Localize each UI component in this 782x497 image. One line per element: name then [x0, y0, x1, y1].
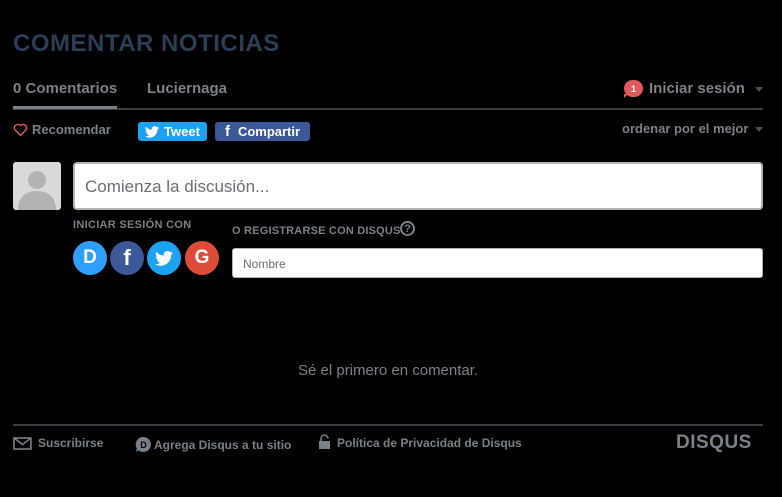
login-with-label: INICIAR SESIÓN CON: [73, 219, 192, 231]
nav-divider: [13, 108, 763, 110]
google-login-icon[interactable]: G: [185, 241, 219, 275]
disqus-logo-icon: D: [135, 436, 151, 452]
active-tab-indicator: [13, 106, 117, 109]
comment-textbox[interactable]: Comienza la discusión...: [73, 162, 763, 210]
notification-badge-tail: [624, 94, 628, 98]
tweet-button[interactable]: Tweet: [138, 122, 207, 141]
share-facebook-button[interactable]: f Compartir: [215, 122, 310, 141]
avatar: [13, 162, 61, 210]
name-placeholder: Nombre: [243, 257, 286, 271]
tweet-label: Tweet: [164, 124, 200, 139]
default-user-icon: [18, 171, 56, 210]
lock-icon: [319, 433, 330, 449]
svg-text:D: D: [140, 440, 147, 450]
subscribe-link[interactable]: Suscribirse: [13, 436, 103, 450]
login-link[interactable]: Iniciar sesión: [649, 80, 745, 97]
privacy-link[interactable]: Política de Privacidad de Disqus: [318, 433, 522, 450]
page-title: COMENTAR NOTICIAS: [13, 30, 280, 57]
comment-placeholder: Comienza la discusión...: [85, 177, 270, 196]
heart-icon: [13, 123, 28, 136]
facebook-f-icon: f: [224, 123, 230, 140]
register-with-disqus-label: O REGISTRARSE CON DISQUS: [232, 225, 401, 237]
name-input[interactable]: Nombre: [232, 248, 763, 278]
twitter-login-icon[interactable]: [147, 241, 181, 275]
add-disqus-link[interactable]: D Agrega Disqus a tu sitio: [135, 436, 291, 453]
sort-dropdown[interactable]: ordenar por el mejor: [622, 121, 748, 136]
login-chevron-down-icon[interactable]: [755, 87, 763, 92]
twitter-bird-icon: [145, 125, 160, 138]
disqus-logo[interactable]: DISQUS: [676, 432, 752, 454]
twitter-bird-icon: [155, 250, 173, 266]
disqus-login-icon[interactable]: D: [73, 241, 107, 275]
envelope-icon: [13, 436, 32, 450]
recommend-label: Recomendar: [32, 122, 111, 137]
sort-chevron-down-icon[interactable]: [755, 127, 763, 132]
privacy-label: Política de Privacidad de Disqus: [337, 436, 522, 450]
footer-divider: [13, 424, 763, 426]
empty-state-message: Sé el primero en comentar.: [298, 362, 479, 379]
recommend-button[interactable]: Recomendar: [13, 122, 111, 137]
add-disqus-label: Agrega Disqus a tu sitio: [154, 437, 292, 452]
share-label: Compartir: [237, 124, 301, 139]
facebook-login-icon[interactable]: f: [110, 241, 144, 275]
subscribe-label: Suscribirse: [38, 436, 104, 450]
tab-community[interactable]: Luciernaga: [147, 80, 227, 97]
help-icon[interactable]: ?: [400, 221, 415, 236]
tab-comment-count[interactable]: 0 Comentarios: [13, 80, 117, 97]
